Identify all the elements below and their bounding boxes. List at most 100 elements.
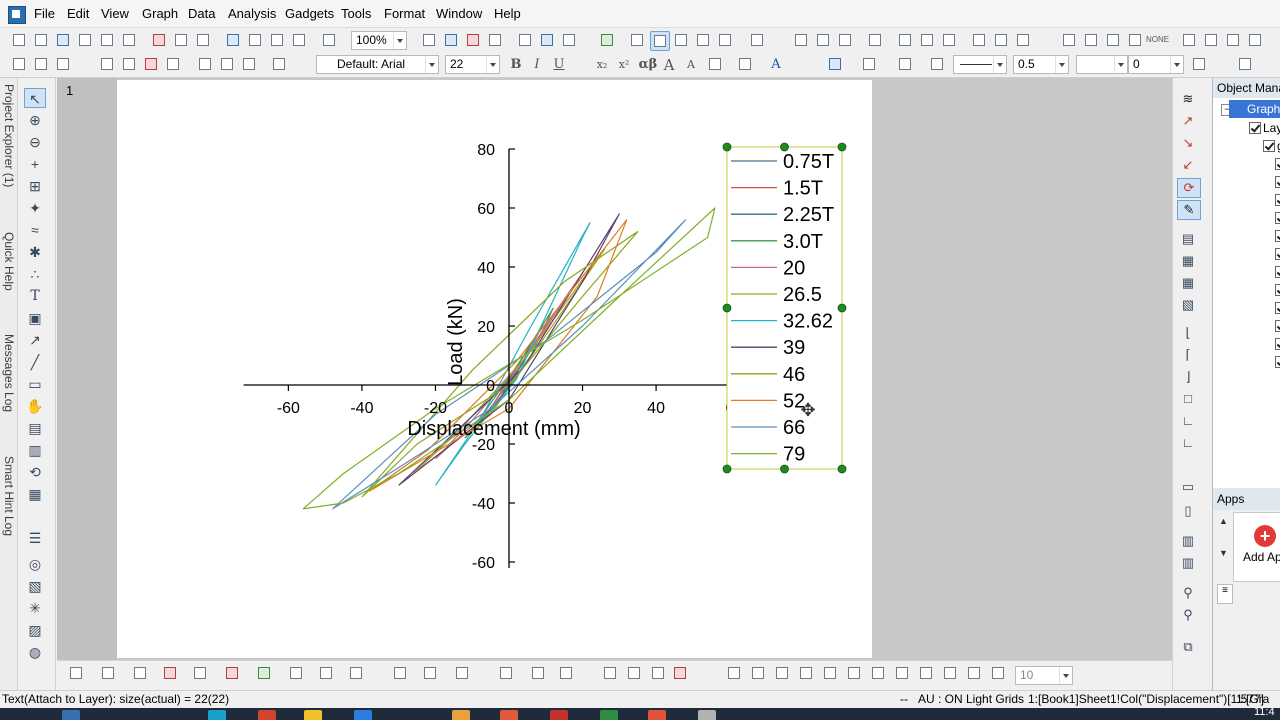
draw-data-icon[interactable]: ≈ (24, 220, 46, 240)
plot-checkbox[interactable] (1275, 212, 1280, 224)
taskbar-app[interactable] (258, 710, 276, 720)
object-size-combo[interactable]: 10 (1015, 666, 1073, 685)
add-column-icon[interactable] (748, 31, 766, 49)
new-matrix-icon[interactable] (54, 31, 72, 49)
tab-messages-log[interactable]: Messages Log (0, 334, 18, 420)
underline-button[interactable]: U (551, 56, 567, 74)
arrange-icon[interactable]: ▭ (1177, 478, 1199, 496)
mask-icon[interactable] (866, 31, 884, 49)
auto-rescale-icon[interactable]: ⟳ (1177, 178, 1201, 198)
merge-graph-icon[interactable] (120, 55, 138, 73)
taskbar-app[interactable] (208, 710, 226, 720)
plot-checkbox[interactable] (1275, 320, 1280, 332)
open-template-icon[interactable] (194, 31, 212, 49)
selection-handle[interactable] (722, 303, 732, 313)
status-au[interactable]: AU : ON (918, 691, 963, 708)
selection-handle[interactable] (780, 464, 789, 474)
same-width-icon[interactable] (649, 664, 667, 682)
merge-icon[interactable]: ⧉ (1177, 638, 1199, 656)
none-label[interactable]: NONE (1146, 35, 1169, 44)
align-left-icon[interactable] (196, 55, 214, 73)
sort-icon[interactable] (836, 31, 854, 49)
plot-checkbox[interactable] (1275, 194, 1280, 206)
menu-data[interactable]: Data (188, 6, 215, 21)
unlock-icon[interactable] (989, 664, 1007, 682)
column-plot-icon[interactable] (161, 664, 179, 682)
multi-panel-icon[interactable] (191, 664, 209, 682)
zoom-out-icon[interactable]: ⊖ (24, 132, 46, 152)
taskbar-app[interactable] (698, 710, 716, 720)
data-info-icon[interactable] (672, 31, 690, 49)
matrix-icon[interactable]: ▧ (24, 576, 46, 596)
link-icon[interactable]: ⚲ (1177, 584, 1199, 602)
chevron-down-icon[interactable] (486, 56, 499, 73)
status-grids[interactable]: Light Grids (966, 691, 1024, 708)
distribute-icon[interactable] (625, 664, 643, 682)
menu-file[interactable]: File (34, 6, 55, 21)
duplicate-icon[interactable] (442, 31, 460, 49)
insert-graph-icon[interactable]: ▤ (24, 418, 46, 438)
remove-error-icon[interactable] (1126, 31, 1144, 49)
remove-y-icon[interactable] (1082, 31, 1100, 49)
font-size-combo[interactable]: 22 (445, 55, 500, 74)
bar-chart-icon[interactable] (896, 31, 914, 49)
rotate-icon[interactable]: ⟲ (24, 462, 46, 482)
next-page-icon[interactable] (1224, 31, 1242, 49)
tree-layer[interactable]: Layer1 (1263, 121, 1280, 135)
plot-checkbox[interactable] (1263, 140, 1275, 152)
filter-clear-icon[interactable] (992, 31, 1010, 49)
globe-icon[interactable]: ◍ (24, 642, 46, 662)
legend[interactable]: 0.75T1.5T2.25T3.0T2026.532.623946526679✥ (722, 142, 847, 474)
taskbar-app[interactable] (500, 710, 518, 720)
greek-button[interactable]: αβ (638, 56, 658, 74)
tab-project-explorer[interactable]: Project Explorer (1) (0, 84, 18, 204)
3d-bar-icon[interactable] (453, 664, 471, 682)
selection-handle[interactable] (837, 142, 847, 152)
new-legend-icon[interactable]: ▤ (1177, 230, 1199, 248)
tab-smart-hint-log[interactable]: Smart Hint Log (0, 456, 18, 546)
tree-graph[interactable]: Graph1 (1229, 100, 1280, 118)
fill-pattern-icon[interactable] (736, 55, 754, 73)
taskbar-app[interactable] (600, 710, 618, 720)
area-chart-icon[interactable] (940, 31, 958, 49)
filter-icon[interactable] (970, 31, 988, 49)
command-window-icon[interactable] (560, 31, 578, 49)
group-objects-icon[interactable] (917, 664, 935, 682)
line-tool-icon[interactable]: ╱ (24, 352, 46, 372)
cut-icon[interactable] (10, 55, 28, 73)
menu-view[interactable]: View (101, 6, 129, 21)
refresh-icon[interactable] (320, 31, 338, 49)
data-reader-icon[interactable]: ✦ (24, 198, 46, 218)
line-symbol-icon[interactable] (131, 664, 149, 682)
previous-page-icon[interactable] (1202, 31, 1220, 49)
taskbar-app[interactable] (550, 710, 568, 720)
zoom-icon[interactable]: ⊕ (24, 110, 46, 130)
zoom-in-icon[interactable] (628, 31, 646, 49)
axis-lt-icon[interactable]: ∟ (1177, 412, 1199, 430)
remove-x-icon[interactable] (1060, 31, 1078, 49)
paste-icon[interactable] (54, 55, 72, 73)
pan-icon[interactable]: ✋ (24, 396, 46, 416)
open-folder-icon[interactable] (224, 31, 242, 49)
new-workbook-icon[interactable] (32, 31, 50, 49)
3d-surface-icon[interactable] (391, 664, 409, 682)
contour-icon[interactable] (497, 664, 515, 682)
taskbar-app[interactable] (354, 710, 372, 720)
italic-button[interactable]: I (529, 56, 545, 74)
menu-graph[interactable]: Graph (142, 6, 178, 21)
code-builder-icon[interactable] (516, 31, 534, 49)
points-icon[interactable]: ∴ (24, 264, 46, 284)
lock-icon[interactable] (965, 664, 983, 682)
save-project-icon[interactable] (268, 31, 286, 49)
font-color-button[interactable]: A (768, 56, 784, 74)
plot-checkbox[interactable] (1275, 248, 1280, 260)
extract-layers-icon[interactable] (142, 55, 160, 73)
zoom-mode-icon[interactable] (650, 31, 670, 51)
link-2-icon[interactable]: ⚲ (1177, 606, 1199, 624)
new-notes-icon[interactable] (150, 31, 168, 49)
align-objects-icon[interactable] (601, 664, 619, 682)
results-log-icon[interactable] (538, 31, 556, 49)
ungroup-icon[interactable] (941, 664, 959, 682)
menu-format[interactable]: Format (384, 6, 425, 21)
selection-handle[interactable] (722, 142, 732, 152)
